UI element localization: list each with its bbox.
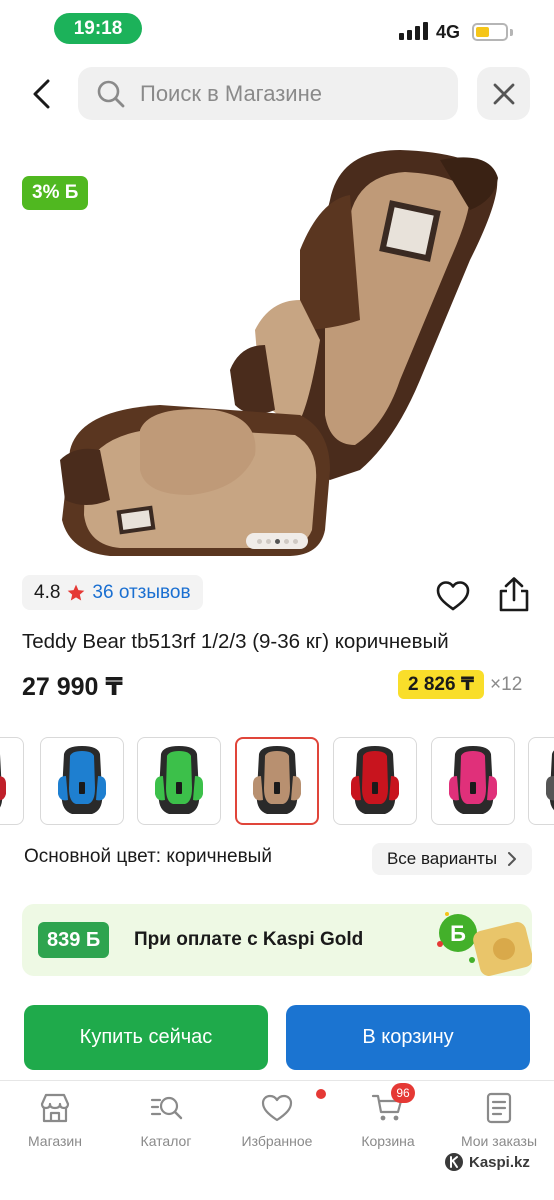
car-seat-thumb-icon [58,746,106,814]
favorite-button[interactable] [435,578,471,614]
cart-count-badge: 96 [391,1083,415,1103]
variant-green[interactable] [137,737,221,825]
main-color-label: Основной цвет: коричневый [24,846,272,867]
add-to-cart-button[interactable]: В корзину [286,1005,530,1070]
watermark-text: Kaspi.kz [469,1153,530,1171]
signal-icon [399,22,428,40]
bottom-tab-bar: Магазин Каталог Избранное 96 Корзина Мои… [0,1080,554,1200]
back-button[interactable] [22,74,62,114]
tab-orders[interactable]: Мои заказы [444,1091,554,1149]
car-seat-thumb-icon [155,746,203,814]
kaspi-logo-icon [445,1153,463,1171]
buy-now-button[interactable]: Купить сейчас [24,1005,268,1070]
tab-label: Избранное [241,1133,313,1149]
favorites-indicator-dot [316,1089,326,1099]
tab-store[interactable]: Магазин [0,1091,110,1149]
bonus-badge: 839 Б [38,922,110,958]
car-seat-thumb-icon [0,754,6,808]
tab-catalog[interactable]: Каталог [111,1091,221,1149]
status-time: 19:18 [54,13,142,44]
tab-label: Каталог [140,1133,192,1149]
discount-badge: 3% Б [22,176,89,210]
car-seat-thumb-icon [351,746,399,814]
car-seat-thumb-icon [253,746,301,814]
network-label: 4G [436,22,461,42]
status-bar: 19:18 4G [0,0,554,60]
search-input[interactable]: Поиск в Магазине [78,67,458,120]
search-icon [97,80,125,107]
kaspi-gold-card-icon: Б [437,912,532,976]
variant-brown[interactable] [235,737,319,825]
all-variants-button[interactable]: Все варианты [372,843,532,875]
kaspi-gold-banner[interactable]: 839 Б При оплате с Kaspi Gold Б [22,904,532,976]
catalog-search-icon [149,1091,183,1125]
gallery-dot[interactable] [292,538,298,544]
tab-favorites[interactable]: Избранное [222,1089,332,1149]
car-seat-thumb-icon [449,746,497,814]
tab-label: Мои заказы [460,1133,538,1149]
close-icon [493,83,514,104]
gallery-dot[interactable] [256,538,262,544]
chevron-right-icon [508,852,517,866]
store-icon [38,1091,72,1125]
variant-pink[interactable] [431,737,515,825]
variant-red-partial[interactable] [0,737,24,825]
heart-icon [260,1089,326,1125]
gallery-dot[interactable] [283,538,289,544]
kaspi-gold-text: При оплате с Kaspi Gold [134,929,364,950]
product-title: Teddy Bear tb513rf 1/2/3 (9-36 кг) корич… [22,630,449,653]
battery-tip [510,29,513,36]
chevron-left-icon [33,79,50,109]
rating-value: 4.8 [34,581,61,603]
cart-icon: 96 [371,1083,415,1125]
gallery-dot[interactable] [265,538,271,544]
rating-chip[interactable]: 4.8 36 отзывов [22,575,203,610]
clear-search-button[interactable] [477,67,530,120]
gallery-pagination [246,533,308,549]
variant-blue[interactable] [40,737,124,825]
share-button[interactable] [496,576,532,614]
orders-icon [482,1091,516,1125]
variant-red[interactable] [333,737,417,825]
color-variants [0,737,554,827]
installment-info[interactable]: 2 826 ₸ ×12 [398,670,522,699]
installment-count: ×12 [490,673,523,695]
reviews-link[interactable]: 36 отзывов [92,582,190,604]
product-price: 27 990 ₸ [22,673,123,701]
search-placeholder: Поиск в Магазине [140,80,322,106]
all-variants-label: Все варианты [386,849,498,868]
kaspi-watermark: Kaspi.kz [444,1152,530,1172]
share-icon [499,577,529,612]
installment-amount: 2 826 ₸ [398,670,485,699]
variant-grey-partial[interactable] [528,737,554,825]
car-seat-thumb-icon [546,750,554,811]
star-icon [68,584,85,600]
heart-icon [436,581,470,611]
svg-text:Б: Б [450,921,466,946]
tab-label: Магазин [27,1133,82,1149]
gallery-dot-active[interactable] [274,538,280,544]
tab-cart[interactable]: 96 Корзина [333,1083,443,1149]
battery-icon [472,23,508,41]
tab-label: Корзина [361,1133,415,1149]
